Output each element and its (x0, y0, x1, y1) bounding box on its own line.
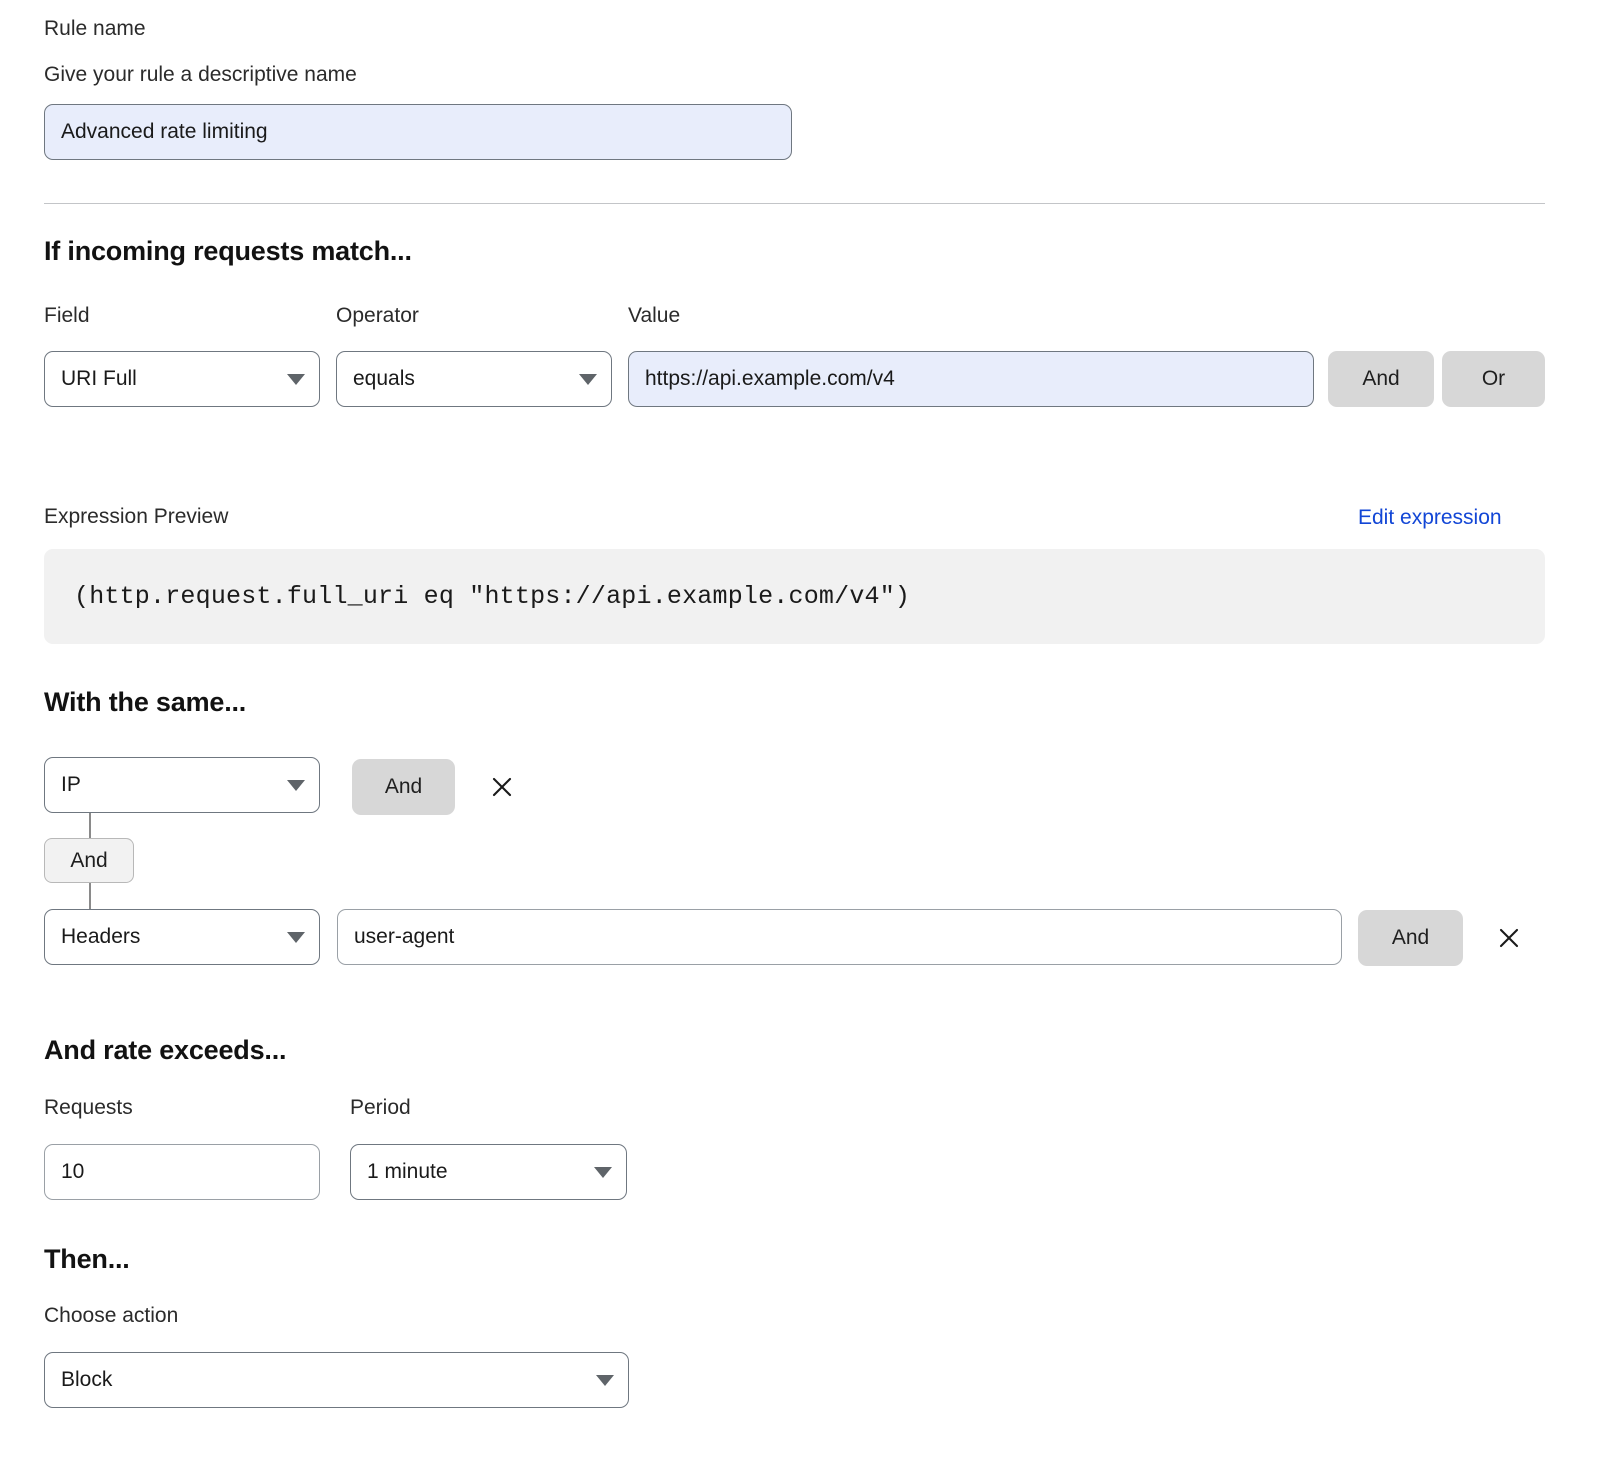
characteristic-remove-button-1[interactable] (485, 770, 519, 804)
header-name-input[interactable] (354, 925, 1325, 949)
section-divider (44, 203, 1545, 204)
value-input[interactable] (645, 367, 1297, 391)
edit-expression-link[interactable]: Edit expression (1358, 506, 1502, 530)
then-section-heading: Then... (44, 1244, 130, 1274)
period-select-value: 1 minute (367, 1160, 448, 1183)
rate-limiting-rule-form: Rule name Give your rule a descriptive n… (0, 0, 1600, 1457)
value-input-wrapper[interactable] (628, 351, 1314, 407)
characteristic-select-headers-value: Headers (61, 925, 141, 948)
close-icon (1499, 928, 1519, 948)
close-icon (492, 777, 512, 797)
chevron-down-icon (596, 1374, 614, 1386)
expression-preview-label: Expression Preview (44, 505, 229, 528)
chevron-down-icon (287, 373, 305, 385)
choose-action-label: Choose action (44, 1304, 179, 1327)
operator-select[interactable]: equals (336, 351, 612, 407)
period-select[interactable]: 1 minute (350, 1144, 627, 1200)
rule-name-input-wrapper[interactable] (44, 104, 792, 160)
characteristic-select-ip-value: IP (61, 773, 81, 796)
and-condition-button[interactable]: And (1328, 351, 1434, 407)
chevron-down-icon (287, 931, 305, 943)
requests-input-wrapper[interactable] (44, 1144, 320, 1200)
rule-name-help-text: Give your rule a descriptive name (44, 63, 357, 86)
expression-preview-box: (http.request.full_uri eq "https://api.e… (44, 549, 1545, 644)
rate-section-heading: And rate exceeds... (44, 1035, 287, 1065)
action-select[interactable]: Block (44, 1352, 629, 1408)
period-label: Period (350, 1096, 411, 1119)
value-column-label: Value (628, 304, 681, 327)
requests-input[interactable] (61, 1160, 303, 1184)
rule-name-input[interactable] (61, 120, 775, 144)
expression-code: (http.request.full_uri eq "https://api.e… (74, 582, 911, 611)
characteristics-section-heading: With the same... (44, 687, 247, 717)
tree-connector-and-chip[interactable]: And (44, 838, 134, 883)
field-column-label: Field (44, 304, 90, 327)
field-select[interactable]: URI Full (44, 351, 320, 407)
characteristic-and-button-2[interactable]: And (1358, 910, 1463, 966)
rule-name-title: Rule name (44, 17, 146, 40)
operator-select-value: equals (353, 367, 415, 390)
characteristic-remove-button-2[interactable] (1492, 921, 1526, 955)
requests-label: Requests (44, 1096, 133, 1119)
or-condition-button[interactable]: Or (1442, 351, 1545, 407)
field-select-value: URI Full (61, 367, 137, 390)
chevron-down-icon (579, 373, 597, 385)
match-section-heading: If incoming requests match... (44, 236, 412, 266)
characteristic-select-headers[interactable]: Headers (44, 909, 320, 965)
operator-column-label: Operator (336, 304, 419, 327)
chevron-down-icon (287, 779, 305, 791)
characteristic-and-button-1[interactable]: And (352, 759, 455, 815)
header-name-input-wrapper[interactable] (337, 909, 1342, 965)
characteristic-select-ip[interactable]: IP (44, 757, 320, 813)
action-select-value: Block (61, 1368, 113, 1391)
chevron-down-icon (594, 1166, 612, 1178)
